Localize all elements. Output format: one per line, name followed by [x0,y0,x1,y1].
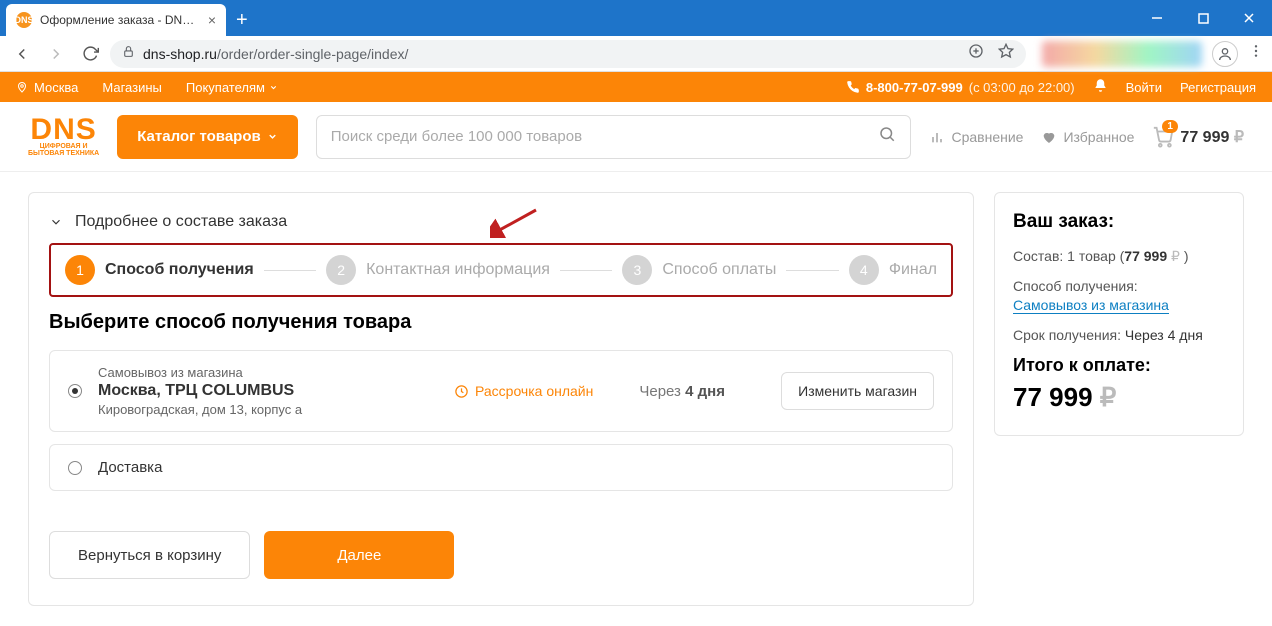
summary-total-label: Итого к оплате: [1013,355,1225,376]
chevron-down-icon [269,83,278,92]
favorites-link[interactable]: Избранное [1041,129,1134,145]
compare-link[interactable]: Сравнение [929,129,1023,145]
install-icon[interactable] [968,43,984,64]
section-title: Выберите способ получения товара [49,311,953,334]
window-controls [1134,0,1272,36]
chevron-down-icon [49,215,63,229]
step-2[interactable]: 2 Контактная информация [326,255,550,285]
tab-title: Оформление заказа - DNS – ин [40,13,200,27]
pickup-store: Москва, ТРЦ COLUMBUS [98,382,438,400]
checkout-main: Подробнее о составе заказа 1 Способ полу… [28,192,974,606]
bell-icon[interactable] [1093,78,1108,96]
browser-menu-icon[interactable] [1248,43,1264,64]
checkout-steps: 1 Способ получения 2 Контактная информац… [49,243,953,297]
address-bar[interactable]: dns-shop.ru/order/order-single-page/inde… [110,40,1026,68]
delivery-radio[interactable] [68,461,82,475]
search-icon[interactable] [878,125,896,148]
browser-toolbar: dns-shop.ru/order/order-single-page/inde… [0,36,1272,72]
heart-icon [1041,129,1057,145]
site-topbar: Москва Магазины Покупателям 8-800-77-07-… [0,72,1272,102]
cart-total: 77 999 ₽ [1180,127,1244,147]
reload-button[interactable] [76,40,104,68]
customers-menu[interactable]: Покупателям [186,80,278,95]
next-button[interactable]: Далее [264,531,454,579]
browser-titlebar: DNS Оформление заказа - DNS – ин × + [0,0,1272,36]
profile-button[interactable] [1212,41,1238,67]
bookmark-star-icon[interactable] [998,43,1014,64]
pickup-option[interactable]: Самовывоз из магазина Москва, ТРЦ COLUMB… [49,350,953,432]
pickup-address: Кировоградская, дом 13, корпус а [98,402,438,417]
register-link[interactable]: Регистрация [1180,80,1256,95]
stores-link[interactable]: Магазины [102,80,162,95]
change-store-button[interactable]: Изменить магазин [781,372,934,410]
summary-method-link[interactable]: Самовывоз из магазина [1013,297,1169,314]
order-summary: Ваш заказ: Состав: 1 товар (77 999 ₽ ) С… [994,192,1244,436]
compare-icon [929,129,945,145]
forward-button[interactable] [42,40,70,68]
phone-icon [846,80,860,94]
browser-tab[interactable]: DNS Оформление заказа - DNS – ин × [6,4,226,36]
tab-close-icon[interactable]: × [208,12,216,28]
step-4[interactable]: 4 Финал [849,255,937,285]
step-3[interactable]: 3 Способ оплаты [622,255,776,285]
city-selector[interactable]: Москва [16,80,78,95]
new-tab-button[interactable]: + [226,9,258,36]
back-to-cart-button[interactable]: Вернуться в корзину [49,531,250,579]
summary-total-value: 77 999 ₽ [1013,382,1225,413]
lock-icon [122,45,135,63]
cart-badge: 1 [1162,120,1178,133]
maximize-button[interactable] [1180,0,1226,36]
step-1[interactable]: 1 Способ получения [65,255,254,285]
catalog-button[interactable]: Каталог товаров [117,115,298,159]
logo[interactable]: DNS ЦИФРОВАЯ И БЫТОВАЯ ТЕХНИКА [28,116,99,157]
url-text: dns-shop.ru/order/order-single-page/inde… [143,46,408,62]
phone-block: 8-800-77-07-999 (с 03:00 до 22:00) [846,80,1075,95]
clock-icon [454,384,469,399]
footer-buttons: Вернуться в корзину Далее [49,531,953,579]
page-body: Подробнее о составе заказа 1 Способ полу… [0,172,1272,626]
back-button[interactable] [8,40,36,68]
summary-eta: Срок получения: Через 4 дня [1013,326,1225,346]
delivery-option[interactable]: Доставка [49,444,953,491]
search-box[interactable] [316,115,912,159]
login-link[interactable]: Войти [1126,80,1162,95]
close-window-button[interactable] [1226,0,1272,36]
pickup-eta: Через 4 дня [639,383,725,400]
summary-method: Способ получения: Самовывоз из магазина [1013,277,1225,316]
pickup-type: Самовывоз из магазина [98,365,438,380]
chevron-down-icon [267,131,278,142]
pickup-radio[interactable] [68,384,82,398]
favicon: DNS [16,12,32,28]
cart-link[interactable]: 1 77 999 ₽ [1152,126,1244,148]
installment-link[interactable]: Рассрочка онлайн [454,383,593,399]
search-input[interactable] [331,128,879,145]
delivery-label: Доставка [98,459,162,476]
site-header: DNS ЦИФРОВАЯ И БЫТОВАЯ ТЕХНИКА Каталог т… [0,102,1272,172]
minimize-button[interactable] [1134,0,1180,36]
summary-composition: Состав: 1 товар (77 999 ₽ ) [1013,247,1225,267]
extensions-blurred [1042,41,1202,67]
summary-title: Ваш заказ: [1013,211,1225,233]
order-details-toggle[interactable]: Подробнее о составе заказа [49,213,953,231]
pin-icon [16,81,28,93]
